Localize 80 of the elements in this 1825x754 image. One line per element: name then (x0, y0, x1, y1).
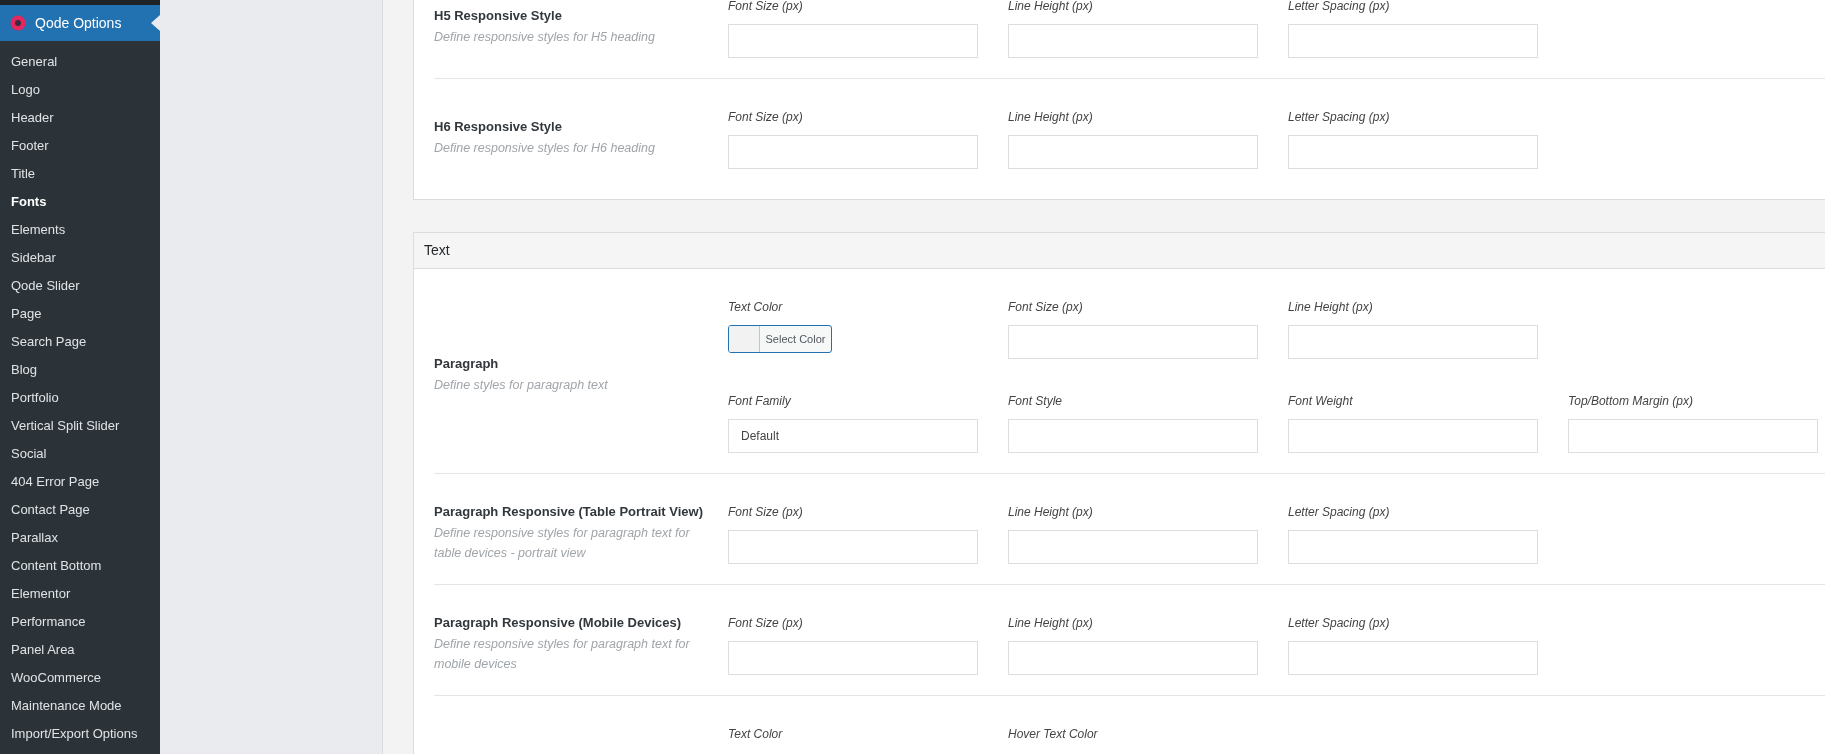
field-label: Font Weight (1288, 393, 1354, 410)
menu-item[interactable]: 404 Error Page (0, 468, 160, 496)
input-field[interactable] (1008, 24, 1258, 58)
input-field[interactable] (1288, 24, 1538, 58)
menu-item[interactable]: Contact Page (0, 496, 160, 524)
field-label: Top/Bottom Margin (px) (1568, 393, 1694, 410)
logo-icon (10, 15, 26, 31)
option-title: H5 Responsive Style (434, 8, 563, 23)
input-field[interactable] (1288, 530, 1538, 564)
field-label: Font Size (px) (728, 109, 804, 126)
menu-item[interactable]: General (0, 48, 160, 76)
field-label: Font Size (px) (1008, 299, 1084, 316)
field-label: Line Height (px) (1288, 299, 1374, 316)
menu-item[interactable]: Content Bottom (0, 552, 160, 580)
option-title: Paragraph (434, 356, 500, 371)
menu-item[interactable]: Import/Export Options (0, 720, 160, 748)
option-description: Define styles for paragraph text (434, 377, 609, 394)
option-title: H6 Responsive Style (434, 119, 563, 134)
menu-item[interactable]: Portfolio (0, 384, 160, 412)
pointer-notch-icon (151, 15, 160, 31)
field-label: Line Height (px) (1008, 615, 1094, 632)
menu-item[interactable]: Panel Area (0, 636, 160, 664)
field-label: Letter Spacing (px) (1288, 504, 1391, 521)
input-field[interactable] (1008, 530, 1258, 564)
input-field[interactable] (1288, 325, 1538, 359)
menu-item[interactable]: Performance (0, 608, 160, 636)
option-description: Define responsive styles for H6 heading (434, 140, 656, 157)
option-title: Paragraph Responsive (Table Portrait View) (434, 504, 702, 519)
menu-item[interactable]: Maintenance Mode (0, 692, 160, 720)
input-field[interactable] (1008, 135, 1258, 169)
input-field[interactable] (1288, 135, 1538, 169)
field-label: Font Size (px) (728, 504, 804, 521)
field-label: Hover Text Color (1008, 726, 1099, 743)
input-field[interactable] (1008, 419, 1258, 453)
menu-item[interactable]: Page (0, 300, 160, 328)
input-field[interactable] (1288, 641, 1538, 675)
field-label: Line Height (px) (1008, 504, 1094, 521)
input-field[interactable] (728, 641, 978, 675)
menu-item[interactable]: Qode Slider (0, 272, 160, 300)
field-label: Letter Spacing (px) (1288, 615, 1391, 632)
menu-item[interactable]: Vertical Split Slider (0, 412, 160, 440)
option-description: Define responsive styles for paragraph text for table devices - portrait view (434, 525, 691, 562)
menu-item[interactable]: Sidebar (0, 244, 160, 272)
field-label: Letter Spacing (px) (1288, 109, 1391, 126)
field-label: Text Color (728, 299, 784, 316)
menu-item[interactable]: Header (0, 104, 160, 132)
menu-item[interactable]: WooCommerce (0, 664, 160, 692)
menu-title: Qode Options (35, 15, 122, 31)
input-field[interactable] (1568, 419, 1818, 453)
field-label: Letter Spacing (px) (1288, 0, 1391, 15)
field-label: Font Size (px) (728, 615, 804, 632)
option-description: Define responsive styles for paragraph text for mobile devices (434, 636, 691, 673)
menu-item[interactable]: Elements (0, 216, 160, 244)
menu-item[interactable]: Parallax (0, 524, 160, 552)
field-label: Font Family (728, 393, 792, 410)
menu-item[interactable]: Fonts (0, 188, 160, 216)
select-color-button[interactable]: Select Color (728, 325, 832, 353)
menu-item[interactable]: Title (0, 160, 160, 188)
field-label: Line Height (px) (1008, 0, 1094, 15)
input-field[interactable] (728, 530, 978, 564)
input-field[interactable] (1288, 419, 1538, 453)
menu-item[interactable]: Footer (0, 132, 160, 160)
menu-header[interactable]: Qode Options (0, 5, 160, 41)
field-label: Line Height (px) (1008, 109, 1094, 126)
field-label: Font Style (1008, 393, 1064, 410)
menu-item[interactable]: Social (0, 440, 160, 468)
field-label: Text Color (728, 726, 784, 743)
input-field[interactable] (1008, 325, 1258, 359)
menu-item[interactable]: Elementor (0, 580, 160, 608)
section-title: Text (414, 233, 1825, 269)
field-label: Font Size (px) (728, 0, 804, 15)
input-field[interactable] (728, 135, 978, 169)
menu-item[interactable]: Search Page (0, 328, 160, 356)
option-title: Paragraph Responsive (Mobile Devices) (434, 615, 683, 630)
input-field[interactable]: Default (728, 419, 978, 453)
input-field[interactable] (1008, 641, 1258, 675)
menu-item[interactable]: Logo (0, 76, 160, 104)
option-description: Define responsive styles for H5 heading (434, 29, 656, 46)
menu-item[interactable]: Blog (0, 356, 160, 384)
input-field[interactable] (728, 24, 978, 58)
